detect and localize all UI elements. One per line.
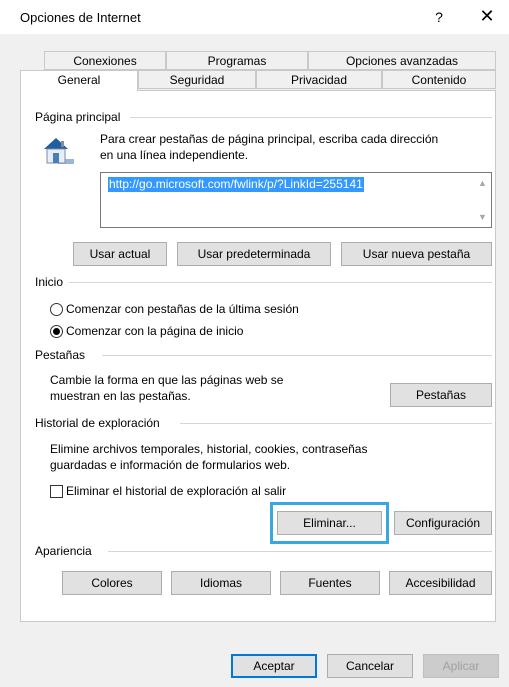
separator <box>102 355 492 356</box>
radio-home-page-label[interactable]: Comenzar con la página de inicio <box>66 323 243 339</box>
languages-button[interactable]: Idiomas <box>171 571 271 595</box>
home-page-url-textarea[interactable]: http://go.microsoft.com/fwlink/p/?LinkId… <box>100 172 492 228</box>
tab-contenido[interactable]: Contenido <box>382 70 496 89</box>
radio-home-page[interactable] <box>50 325 63 338</box>
delete-history-on-exit-checkbox[interactable] <box>50 485 63 498</box>
use-current-button[interactable]: Usar actual <box>73 242 167 266</box>
home-page-icon <box>44 138 74 164</box>
tabs-description-2: muestran en las pestañas. <box>50 389 191 403</box>
tab-panel-general <box>20 90 496 622</box>
tab-seguridad[interactable]: Seguridad <box>138 70 256 89</box>
radio-selected-dot <box>53 328 60 335</box>
title-bar: Opciones de Internet ? ✕ <box>0 0 509 34</box>
scroll-down-icon[interactable]: ▼ <box>474 209 491 226</box>
separator <box>180 423 492 424</box>
group-label-tabs: Pestañas <box>35 348 92 362</box>
close-button[interactable]: ✕ <box>473 4 501 28</box>
group-label-startup: Inicio <box>35 275 70 289</box>
cancel-button[interactable]: Cancelar <box>327 654 413 678</box>
help-button[interactable]: ? <box>425 6 453 28</box>
home-page-url-value: http://go.microsoft.com/fwlink/p/?LinkId… <box>108 177 364 192</box>
home-page-description-1: Para crear pestañas de página principal,… <box>100 132 439 146</box>
history-settings-button[interactable]: Configuración <box>394 511 492 535</box>
home-page-description-2: en una línea independiente. <box>100 148 249 162</box>
history-description-2: guardadas e información de formularios w… <box>50 458 291 472</box>
fonts-button[interactable]: Fuentes <box>280 571 380 595</box>
group-label-appearance: Apariencia <box>35 544 98 558</box>
ok-button[interactable]: Aceptar <box>231 654 317 678</box>
use-default-button[interactable]: Usar predeterminada <box>177 242 331 266</box>
accessibility-button[interactable]: Accesibilidad <box>389 571 492 595</box>
radio-last-session[interactable] <box>50 303 63 316</box>
group-label-history: Historial de exploración <box>35 416 166 430</box>
colors-button[interactable]: Colores <box>62 571 162 595</box>
use-new-tab-button[interactable]: Usar nueva pestaña <box>341 242 492 266</box>
radio-last-session-label[interactable]: Comenzar con pestañas de la última sesió… <box>66 301 299 317</box>
separator <box>130 117 492 118</box>
tab-programas[interactable]: Programas <box>166 51 308 70</box>
separator <box>64 282 492 283</box>
tabs-description-1: Cambie la forma en que las páginas web s… <box>50 373 284 387</box>
window-title: Opciones de Internet <box>20 10 141 25</box>
delete-history-on-exit-label[interactable]: Eliminar el historial de exploración al … <box>66 483 286 499</box>
scroll-up-icon[interactable]: ▲ <box>474 175 491 192</box>
tab-privacidad[interactable]: Privacidad <box>256 70 382 89</box>
tab-general[interactable]: General <box>20 70 138 91</box>
separator <box>108 551 492 552</box>
delete-button[interactable]: Eliminar... <box>277 511 382 535</box>
history-description-1: Elimine archivos temporales, historial, … <box>50 442 368 456</box>
tab-conexiones[interactable]: Conexiones <box>44 51 166 70</box>
tab-opciones-avanzadas[interactable]: Opciones avanzadas <box>308 51 496 70</box>
group-label-home-page: Página principal <box>35 110 127 124</box>
url-scrollbar[interactable]: ▲ ▼ <box>474 173 491 227</box>
apply-button[interactable]: Aplicar <box>423 654 499 678</box>
tabs-settings-button[interactable]: Pestañas <box>390 383 492 407</box>
